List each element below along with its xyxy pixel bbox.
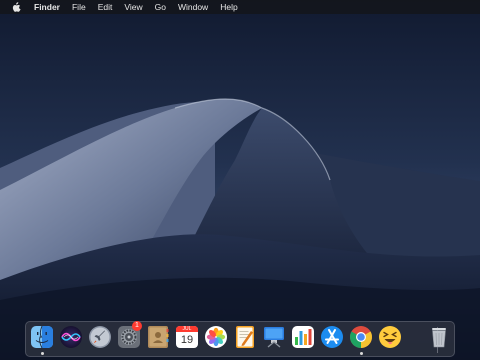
finder-icon[interactable] (30, 325, 54, 349)
menu-view[interactable]: View (124, 2, 142, 12)
app-store-icon[interactable] (320, 325, 344, 349)
emoji-squint-icon[interactable] (378, 325, 402, 349)
calendar-month: JUL (182, 326, 192, 332)
launchpad-icon[interactable] (88, 325, 112, 349)
chrome-icon[interactable] (349, 325, 373, 349)
dock: 1 JUL 19 (25, 321, 455, 357)
calendar-day: 19 (180, 334, 194, 346)
running-indicator (40, 352, 44, 355)
pages-icon[interactable] (233, 325, 257, 349)
notification-badge: 1 (132, 321, 142, 331)
menu-go[interactable]: Go (155, 2, 166, 12)
desktop-wallpaper (0, 0, 480, 360)
menu-window[interactable]: Window (178, 2, 208, 12)
photos-icon[interactable] (204, 325, 228, 349)
menu-bar: Finder File Edit View Go Window Help (0, 0, 480, 14)
menu-help[interactable]: Help (220, 2, 237, 12)
contacts-icon[interactable] (146, 325, 170, 349)
siri-icon[interactable] (59, 325, 83, 349)
numbers-icon[interactable] (291, 325, 315, 349)
menu-file[interactable]: File (72, 2, 86, 12)
system-preferences-icon[interactable]: 1 (117, 321, 142, 349)
menu-finder[interactable]: Finder (34, 2, 60, 12)
menu-edit[interactable]: Edit (98, 2, 113, 12)
keynote-icon[interactable] (262, 325, 286, 349)
calendar-icon[interactable]: JUL 19 (175, 325, 199, 349)
running-indicator (359, 352, 363, 355)
apple-logo-icon[interactable] (12, 2, 22, 13)
trash-icon[interactable] (427, 325, 451, 349)
